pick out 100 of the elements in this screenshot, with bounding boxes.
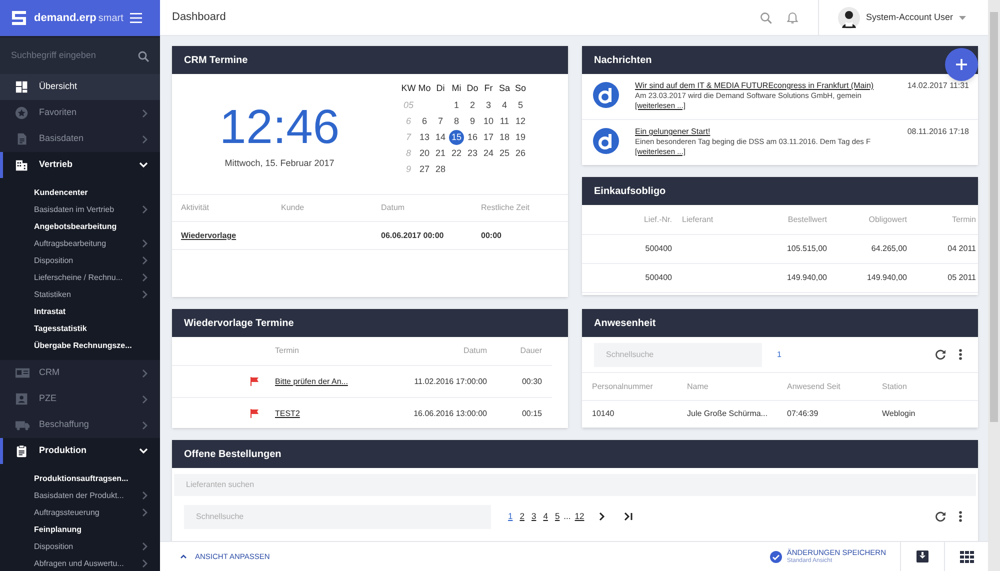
- calendar-day[interactable]: 18: [497, 130, 512, 145]
- last-page-icon[interactable]: [624, 512, 634, 521]
- calendar-day[interactable]: 7: [433, 114, 448, 129]
- table-cell-text: 16.06.2016 13:00:00: [412, 408, 487, 420]
- submenu-item[interactable]: Produktionsauftragsen...: [0, 470, 160, 487]
- submenu-item[interactable]: Angebotsbearbeitung: [0, 218, 160, 235]
- calendar-day[interactable]: 11: [497, 114, 512, 129]
- submenu-item[interactable]: Disposition: [0, 538, 160, 555]
- submenu-item[interactable]: Disposition: [0, 252, 160, 269]
- submenu-item[interactable]: Intrastat: [0, 303, 160, 320]
- calendar-day[interactable]: 27: [417, 162, 432, 177]
- submenu-item[interactable]: Tagesstatistik: [0, 320, 160, 337]
- calendar-day[interactable]: 24: [481, 146, 496, 161]
- activity-link[interactable]: Wiedervorlage: [181, 230, 236, 242]
- column-header: Anwesend Seit: [787, 380, 842, 392]
- news-title-link[interactable]: Ein gelungener Start!: [635, 126, 710, 137]
- calendar-day[interactable]: 14: [433, 130, 448, 145]
- search-field[interactable]: Schnellsuche: [594, 342, 762, 366]
- calendar-day[interactable]: 1: [449, 98, 464, 113]
- sidebar-item[interactable]: Basisdaten: [0, 126, 160, 152]
- calendar-day[interactable]: 19: [513, 130, 528, 145]
- page-link[interactable]: 2: [520, 510, 524, 523]
- calendar-day[interactable]: 16: [465, 130, 480, 145]
- download-box-icon[interactable]: [916, 550, 929, 563]
- page-link[interactable]: 4: [543, 510, 548, 523]
- submenu-item[interactable]: Übergabe Rechnungsze...: [0, 337, 160, 354]
- appointment-link[interactable]: Bitte prüfen der An...: [267, 376, 348, 388]
- calendar-day[interactable]: 9: [465, 114, 480, 129]
- logo-icon: [593, 128, 619, 154]
- page-link[interactable]: 12: [574, 510, 584, 523]
- submenu-item[interactable]: Statistiken: [0, 286, 160, 303]
- calendar-day[interactable]: 25: [497, 146, 512, 161]
- grid-icon[interactable]: [960, 550, 974, 562]
- calendar-day[interactable]: 28: [433, 162, 448, 177]
- search-icon[interactable]: [760, 12, 772, 24]
- more-icon[interactable]: [959, 511, 962, 522]
- more-icon[interactable]: [959, 349, 962, 360]
- calendar-day[interactable]: 8: [449, 114, 464, 129]
- submenu-item[interactable]: Basisdaten im Vertrieb: [0, 201, 160, 218]
- table-cell-text: 500400: [644, 272, 672, 284]
- weekday-label: Fr: [483, 82, 494, 95]
- bell-icon[interactable]: [786, 12, 798, 24]
- sidebar-item[interactable]: Produktion: [0, 438, 160, 464]
- sidebar-item[interactable]: Vertrieb: [0, 152, 160, 178]
- submenu-item[interactable]: Auftragssteuerung: [0, 504, 160, 521]
- column-header: Restliche Zeit: [481, 202, 530, 214]
- submenu-item[interactable]: Feinplanung: [0, 521, 160, 538]
- search-field[interactable]: Lieferanten suchen: [174, 474, 976, 496]
- sidebar-item[interactable]: Übersicht: [0, 74, 160, 100]
- table-cell-text: 07:46:39: [787, 408, 820, 420]
- menu-icon[interactable]: [130, 13, 142, 23]
- calendar-day[interactable]: 17: [481, 130, 496, 145]
- submenu-item[interactable]: Lieferscheine / Rechnu...: [0, 269, 160, 286]
- submenu-item[interactable]: Kundencenter: [0, 184, 160, 201]
- calendar-day[interactable]: 26: [513, 146, 528, 161]
- page-link[interactable]: 1: [508, 510, 513, 523]
- calendar-day[interactable]: 5: [513, 98, 528, 113]
- weekday-label: Sa: [498, 82, 511, 95]
- chevron-down-icon: [139, 448, 148, 454]
- page-link[interactable]: 3: [531, 510, 536, 523]
- news-title-link[interactable]: Wir sind auf dem IT & MEDIA FUTUREcongress in Frankfurt (Main): [635, 80, 874, 91]
- search-bar[interactable]: Suchbegriff eingeben: [0, 38, 160, 74]
- appointment-link[interactable]: TEST2: [267, 408, 300, 420]
- scrollbar[interactable]: [988, 0, 1000, 571]
- calendar-day[interactable]: 22: [449, 146, 464, 161]
- panel-title: Nachrichten: [594, 54, 652, 68]
- search-field[interactable]: Schnellsuche: [184, 504, 491, 528]
- chevron-right-icon: [142, 134, 148, 144]
- sidebar-item[interactable]: PZE: [0, 386, 160, 412]
- submenu-item[interactable]: Abfragen und Auswertu...: [0, 555, 160, 571]
- sidebar-item[interactable]: Beschaffung: [0, 412, 160, 438]
- sidebar-item[interactable]: Favoriten: [0, 100, 160, 126]
- calendar-day[interactable]: 15: [449, 130, 464, 145]
- sidebar-item[interactable]: CRM: [0, 360, 160, 386]
- calendar-day[interactable]: 2: [465, 98, 480, 113]
- calendar-day[interactable]: 4: [497, 98, 512, 113]
- calendar-day[interactable]: 13: [417, 130, 432, 145]
- user-menu[interactable]: System-Account User: [818, 0, 988, 35]
- calendar-day[interactable]: 12: [513, 114, 528, 129]
- refresh-icon[interactable]: [935, 511, 946, 522]
- calendar-day[interactable]: 21: [433, 146, 448, 161]
- calendar-day[interactable]: 10: [481, 114, 496, 129]
- calendar-day[interactable]: 23: [465, 146, 480, 161]
- calendar-day[interactable]: 6: [417, 114, 432, 129]
- logo-icon: [10, 9, 28, 27]
- week-number: 05: [402, 99, 414, 112]
- building-icon: [15, 158, 30, 172]
- search-field[interactable]: Suchbegriff eingeben: [11, 49, 138, 63]
- calendar-day[interactable]: 20: [417, 146, 432, 161]
- column-header: Kunde: [281, 202, 306, 214]
- search-icon[interactable]: [138, 50, 149, 62]
- scrollbar-thumb[interactable]: [990, 12, 998, 422]
- page-link[interactable]: 5: [554, 510, 560, 523]
- page-link[interactable]: 1: [777, 348, 782, 360]
- submenu-item[interactable]: Auftragsbearbeitung: [0, 235, 160, 252]
- weekday-label: Do: [466, 82, 480, 95]
- submenu-item[interactable]: Basisdaten der Produkt...: [0, 487, 160, 504]
- calendar-day[interactable]: 3: [481, 98, 496, 113]
- refresh-icon[interactable]: [935, 349, 946, 360]
- next-page-icon[interactable]: [599, 512, 606, 521]
